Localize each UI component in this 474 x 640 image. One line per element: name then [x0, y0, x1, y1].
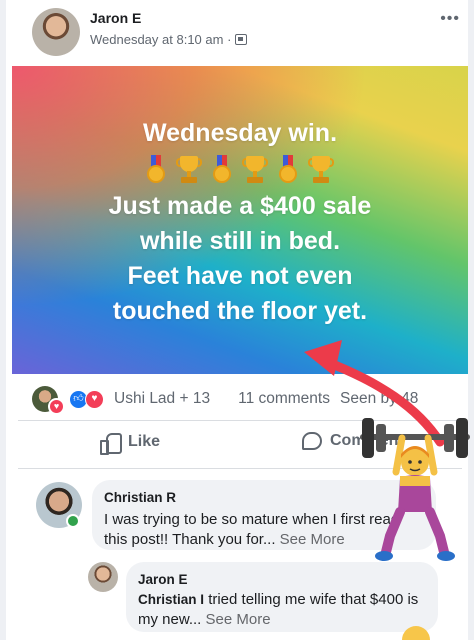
privacy-icon [235, 34, 248, 45]
medal-icon [212, 155, 232, 183]
banner-line-4: Feet have not even [127, 262, 353, 290]
heart-icon: ♥ [48, 398, 65, 415]
post-timestamp[interactable]: Wednesday at 8:10 am · [90, 32, 231, 47]
author-avatar[interactable] [32, 8, 80, 56]
trophy-icon [308, 154, 334, 184]
comment-text: I was trying to be so mature when I firs… [104, 511, 400, 548]
trophy-icon [242, 154, 268, 184]
reply-bubble[interactable]: Jaron E Christian I tried telling me wif… [126, 562, 438, 632]
like-label: Like [128, 433, 161, 450]
banner-line-5: touched the floor yet. [112, 297, 368, 325]
trophy-icon [176, 154, 202, 184]
like-icon [100, 432, 122, 455]
trophy-row [12, 151, 468, 187]
mentioned-name[interactable]: Christian I [138, 592, 204, 607]
banner-line-2: Just made a $400 sale [108, 192, 372, 220]
see-more-link[interactable]: See More [280, 531, 345, 548]
author-name[interactable]: Jaron E [90, 10, 141, 26]
reaction-names[interactable]: Ushi Lad + 13 [114, 390, 210, 408]
weightlifter-emoji [360, 418, 470, 561]
medal-icon [146, 155, 166, 183]
reply-author-name[interactable]: Jaron E [138, 570, 426, 590]
online-status-dot [66, 514, 80, 528]
post-banner: Wednesday win. Just made a $400 sale whi… [12, 66, 468, 374]
banner-line-3: while still in bed. [139, 227, 341, 255]
medal-icon [278, 155, 298, 183]
reaction-icons[interactable]: 👍︎ ♥ [69, 389, 104, 409]
banner-line-1: Wednesday win. [142, 119, 338, 147]
post-meta: Wednesday at 8:10 am · [90, 32, 248, 47]
reply-avatar[interactable] [88, 562, 118, 592]
like-button[interactable]: Like [100, 432, 161, 455]
more-options-button[interactable]: ••• [440, 10, 460, 28]
love-reaction-icon: ♥ [85, 389, 104, 409]
see-more-link[interactable]: See More [206, 611, 271, 628]
reactor-avatar[interactable]: ♥ [32, 386, 65, 415]
